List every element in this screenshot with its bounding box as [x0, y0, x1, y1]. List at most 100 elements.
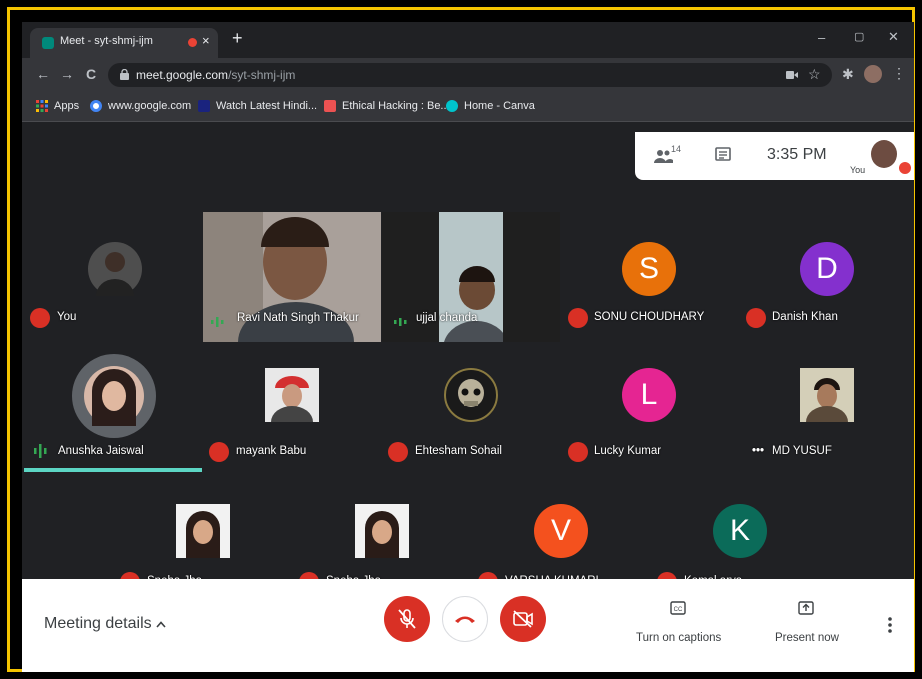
svg-text:CC: CC — [674, 607, 683, 613]
active-speaker-bar — [24, 468, 202, 472]
captions-button[interactable]: Turn on captions — [636, 632, 721, 644]
new-tab-button[interactable]: + — [232, 29, 243, 47]
close-window-button[interactable]: ✕ — [888, 29, 899, 45]
address-bar: ← → C meet.google.com/syt-shmj-ijm ☆ ✱ ⋮ — [22, 58, 914, 92]
participant-tile[interactable]: mayank Babu — [203, 346, 381, 474]
tab-strip: Meet - syt-shmj-ijm × + – ▢ ✕ — [22, 22, 914, 58]
recording-dot-icon — [188, 38, 197, 47]
camera-toggle-button[interactable] — [500, 596, 546, 642]
bookmark-star-icon[interactable]: ☆ — [808, 66, 821, 83]
maximize-button[interactable]: ▢ — [854, 30, 864, 43]
url-text: meet.google.com/syt-shmj-ijm — [136, 68, 296, 82]
participant-tile[interactable]: L Lucky Kumar — [562, 346, 737, 474]
participant-name: Anushka Jaiswal — [58, 445, 144, 457]
back-button[interactable]: ← — [36, 66, 50, 82]
present-icon[interactable] — [798, 601, 814, 615]
phone-hangup-icon — [455, 616, 475, 623]
extensions-icon[interactable]: ✱ — [842, 66, 854, 83]
clock: 3:35 PM — [767, 146, 827, 163]
mic-toggle-button[interactable] — [384, 596, 430, 642]
browser-menu-icon[interactable]: ⋮ — [892, 65, 906, 82]
avatar — [176, 504, 230, 558]
avatar: V — [534, 504, 588, 558]
video-site-icon — [198, 100, 210, 112]
avatar — [88, 242, 142, 296]
hang-up-button[interactable] — [442, 596, 488, 642]
participant-name: Danish Khan — [772, 311, 838, 323]
mic-off-icon — [568, 308, 588, 328]
participant-name: Lucky Kumar — [594, 445, 662, 457]
people-count: 14 — [671, 144, 682, 154]
participant-name: Ehtesham Sohail — [415, 445, 502, 457]
avatar — [800, 368, 854, 422]
avatar — [84, 366, 144, 426]
mic-off-icon — [746, 308, 766, 328]
meet-top-panel: 14 3:35 PM You — [635, 132, 914, 180]
participant-name: mayank Babu — [236, 445, 307, 457]
more-options-icon[interactable] — [888, 617, 892, 633]
participant-tile[interactable]: S SONU CHOUDHARY — [562, 212, 737, 342]
avatar — [444, 368, 498, 422]
people-icon[interactable] — [653, 148, 673, 164]
participant-tile[interactable]: Ravi Nath Singh Thakur — [203, 212, 381, 342]
image-frame: Meet - syt-shmj-ijm × + – ▢ ✕ ← → C meet… — [0, 0, 922, 679]
bookmark-apps[interactable]: Apps — [54, 100, 79, 112]
bookmark-hindi[interactable]: Watch Latest Hindi... — [216, 100, 317, 112]
chevron-up-icon[interactable] — [156, 621, 166, 628]
meeting-controls-bar: Meeting details CC Turn on captions Pres… — [22, 579, 914, 672]
minimize-button[interactable]: – — [818, 30, 825, 45]
participant-tile[interactable]: D Danish Khan — [740, 212, 914, 342]
present-now-button[interactable]: Present now — [775, 632, 839, 644]
camera-off-icon — [513, 610, 533, 628]
more-dots-icon: ••• — [752, 445, 765, 457]
speaking-indicator-icon — [211, 314, 225, 332]
tab-meet[interactable]: Meet - syt-shmj-ijm × — [30, 28, 218, 58]
bookmarks-bar: Apps www.google.com Watch Latest Hindi..… — [22, 92, 914, 122]
reload-button[interactable]: C — [86, 66, 96, 82]
meet-favicon-icon — [42, 37, 54, 49]
profile-avatar[interactable] — [864, 65, 882, 83]
participant-name: You — [57, 311, 77, 323]
avatar: D — [800, 242, 854, 296]
apps-grid-icon — [36, 100, 48, 112]
url-input[interactable]: meet.google.com/syt-shmj-ijm ☆ — [108, 63, 832, 87]
participant-tile[interactable]: Ehtesham Sohail — [382, 346, 560, 474]
udemy-icon — [324, 100, 336, 112]
self-mic-off-icon — [899, 162, 911, 174]
forward-button[interactable]: → — [60, 66, 74, 82]
avatar — [355, 504, 409, 558]
canva-icon — [446, 100, 458, 112]
lock-icon — [120, 69, 129, 80]
captions-icon[interactable]: CC — [670, 601, 686, 615]
participant-tile[interactable]: ujjal chanda — [382, 212, 560, 342]
bookmark-ethical-hacking[interactable]: Ethical Hacking : Be... — [342, 100, 450, 112]
speaking-indicator-icon — [34, 444, 48, 463]
mic-off-icon — [209, 442, 229, 462]
participant-name: MD YUSUF — [772, 445, 832, 457]
chat-icon[interactable] — [715, 147, 731, 163]
meeting-details-button[interactable]: Meeting details — [44, 615, 152, 633]
avatar — [265, 368, 319, 422]
avatar: S — [622, 242, 676, 296]
avatar: L — [622, 368, 676, 422]
participant-name: ujjal chanda — [416, 312, 478, 324]
participant-tile[interactable]: ••• MD YUSUF — [740, 346, 914, 474]
google-icon — [90, 100, 102, 112]
mic-off-icon — [388, 442, 408, 462]
participant-tile[interactable]: Anushka Jaiswal — [24, 346, 202, 474]
mic-off-icon — [30, 308, 50, 328]
tab-close-icon[interactable]: × — [202, 33, 210, 48]
mic-off-icon — [398, 609, 416, 629]
mic-off-icon — [568, 442, 588, 462]
bookmark-canva[interactable]: Home - Canva — [464, 100, 535, 112]
participant-name: SONU CHOUDHARY — [594, 311, 705, 323]
avatar: K — [713, 504, 767, 558]
camera-indicator-icon[interactable] — [786, 70, 798, 80]
self-avatar — [871, 140, 897, 168]
participant-tile[interactable]: You — [24, 212, 199, 342]
participant-name: Ravi Nath Singh Thakur — [237, 312, 359, 324]
self-label: You — [850, 165, 866, 175]
tab-title: Meet - syt-shmj-ijm — [60, 35, 153, 47]
bookmark-google[interactable]: www.google.com — [108, 100, 191, 112]
speaking-indicator-icon — [394, 314, 408, 332]
